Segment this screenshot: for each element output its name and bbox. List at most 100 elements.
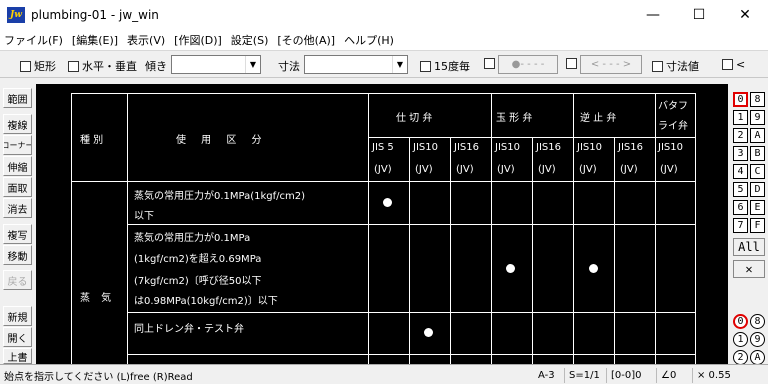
group-8-button[interactable]: 8 — [750, 314, 765, 329]
status-layer[interactable]: [0-0]0 — [606, 368, 642, 383]
layer-7-button[interactable]: 7 — [733, 218, 748, 233]
drawing-canvas[interactable]: 種 別 使 用 区 分 仕 切 弁 玉 形 弁 逆 止 弁 バタフライ弁 JIS… — [36, 84, 728, 364]
menu-view[interactable]: 表示(V) — [127, 32, 165, 48]
tool-undo-button[interactable]: 戻る — [3, 270, 32, 290]
maximize-button[interactable]: ☐ — [676, 0, 722, 30]
layer-a-button[interactable]: A — [750, 128, 765, 143]
jv-col-7: (JV) — [620, 164, 638, 175]
layer-3-button[interactable]: 3 — [733, 146, 748, 161]
jw-app-icon: Jw — [7, 7, 25, 23]
status-factor[interactable]: × 0.55 — [692, 368, 731, 383]
close-button[interactable]: ✕ — [722, 0, 768, 30]
mark-dot — [424, 328, 433, 337]
deg15-checkbox[interactable]: 15度毎 — [420, 58, 470, 74]
tool-new-button[interactable]: 新規 — [3, 306, 32, 326]
line-style-b[interactable]: < - - - > — [580, 55, 642, 74]
dim-label: 寸法 — [278, 60, 300, 73]
tool-range-button[interactable]: 範囲 — [3, 88, 32, 108]
std-col-1: JIS 5 — [372, 142, 394, 153]
head-kind: 種 別 — [80, 135, 104, 146]
layer-0-button[interactable]: 0 — [733, 92, 748, 107]
layer-9-button[interactable]: 9 — [750, 110, 765, 125]
jv-col-8: (JV) — [660, 164, 678, 175]
tool-open-button[interactable]: 開く — [3, 327, 32, 347]
layer-e-button[interactable]: E — [750, 200, 765, 215]
toolbar: 矩形 水平・垂直 傾き ▼ 寸法 ▼ 15度毎 ●- - - - < - - -… — [0, 50, 768, 78]
group-gate: 仕 切 弁 — [396, 113, 433, 124]
hv-checkbox[interactable]: 水平・垂直 — [68, 58, 137, 74]
group-a-button[interactable]: A — [750, 350, 765, 365]
menu-draw[interactable]: [作図(D)] — [174, 32, 222, 48]
layer-panel: 0 8 1 9 2 A 3 B 4 C 5 D 6 E 7 F All ✕ 0 … — [728, 84, 768, 365]
minimize-button[interactable]: — — [630, 0, 676, 30]
tool-copy-button[interactable]: 複写 — [3, 224, 32, 244]
tool-overwrite-button[interactable]: 上書 — [3, 348, 32, 364]
layer-2-button[interactable]: 2 — [733, 128, 748, 143]
menu-bar: ファイル(F) [編集(E)] 表示(V) [作図(D)] 設定(S) [その他… — [0, 30, 768, 50]
layer-1-button[interactable]: 1 — [733, 110, 748, 125]
menu-other[interactable]: [その他(A)] — [277, 32, 335, 48]
mark-dot — [589, 264, 598, 273]
layer-f-button[interactable]: F — [750, 218, 765, 233]
group-9-button[interactable]: 9 — [750, 332, 765, 347]
group-0-button[interactable]: 0 — [733, 314, 748, 329]
layer-b-button[interactable]: B — [750, 146, 765, 161]
mark-dot — [383, 198, 392, 207]
lt-checkbox[interactable]: < — [722, 58, 745, 71]
tool-move-button[interactable]: 移動 — [3, 245, 32, 265]
row1-line2: 以下 — [134, 211, 154, 222]
jv-col-3: (JV) — [456, 164, 474, 175]
line-style-a[interactable]: ●- - - - — [498, 55, 558, 74]
line-style-a-checkbox[interactable] — [484, 58, 498, 69]
row3-text: 同上ドレン弁・テスト弁 — [134, 324, 244, 335]
group-globe: 玉 形 弁 — [496, 113, 533, 124]
menu-settings[interactable]: 設定(S) — [231, 32, 269, 48]
group-2-button[interactable]: 2 — [733, 350, 748, 365]
layer-all-button[interactable]: All — [733, 238, 765, 256]
tool-erase-button[interactable]: 消去 — [3, 198, 32, 218]
status-scale[interactable]: S=1/1 — [564, 368, 600, 383]
std-col-6: JIS10 — [577, 142, 602, 153]
row2-line3: (7kgf/cm2)〔呼び径50以下 — [134, 276, 262, 287]
group-butterfly: バタフライ弁 — [658, 101, 688, 132]
jv-col-1: (JV) — [374, 164, 392, 175]
group-1-button[interactable]: 1 — [733, 332, 748, 347]
tool-offset-button[interactable]: 複線 — [3, 114, 32, 134]
status-paper[interactable]: A-3 — [534, 368, 555, 383]
std-col-5: JIS16 — [536, 142, 561, 153]
window-title: plumbing-01 - jw_win — [31, 8, 159, 22]
dim-combo[interactable]: ▼ — [304, 55, 408, 74]
layer-5-button[interactable]: 5 — [733, 182, 748, 197]
layer-c-button[interactable]: C — [750, 164, 765, 179]
tool-stretch-button[interactable]: 伸縮 — [3, 156, 32, 176]
group-check: 逆 止 弁 — [580, 113, 617, 124]
tool-corner-button[interactable]: コーナー — [3, 135, 32, 155]
line-style-b-checkbox[interactable] — [566, 58, 580, 69]
layer-4-button[interactable]: 4 — [733, 164, 748, 179]
status-angle[interactable]: ∠0 — [656, 368, 676, 383]
layer-8-button[interactable]: 8 — [750, 92, 765, 107]
layer-6-button[interactable]: 6 — [733, 200, 748, 215]
tilt-combo[interactable]: ▼ — [171, 55, 261, 74]
rect-checkbox[interactable]: 矩形 — [20, 58, 56, 74]
std-col-3: JIS16 — [454, 142, 479, 153]
std-col-4: JIS10 — [495, 142, 520, 153]
menu-file[interactable]: ファイル(F) — [4, 32, 63, 48]
menu-edit[interactable]: [編集(E)] — [72, 32, 118, 48]
tilt-label: 傾き — [145, 60, 167, 73]
layer-x-button[interactable]: ✕ — [733, 260, 765, 278]
status-bar: 始点を指示してください (L)free (R)Read A-3 S=1/1 [0… — [0, 364, 768, 384]
row2-line1: 蒸気の常用圧力が0.1MPa — [134, 233, 251, 244]
menu-help[interactable]: ヘルプ(H) — [344, 32, 394, 48]
status-message: 始点を指示してください (L)free (R)Read — [4, 372, 193, 383]
jv-col-4: (JV) — [497, 164, 515, 175]
dimval-checkbox[interactable]: 寸法値 — [652, 58, 699, 74]
layer-d-button[interactable]: D — [750, 182, 765, 197]
row2-line4: は0.98MPa(10kgf/cm2)〕以下 — [134, 296, 278, 307]
mark-dot — [506, 264, 515, 273]
row2-line2: (1kgf/cm2)を超え0.69MPa — [134, 254, 262, 265]
jv-col-5: (JV) — [538, 164, 556, 175]
kind-steam: 蒸 気 — [80, 293, 116, 304]
tool-chamfer-button[interactable]: 面取 — [3, 177, 32, 197]
std-col-8: JIS10 — [658, 142, 683, 153]
